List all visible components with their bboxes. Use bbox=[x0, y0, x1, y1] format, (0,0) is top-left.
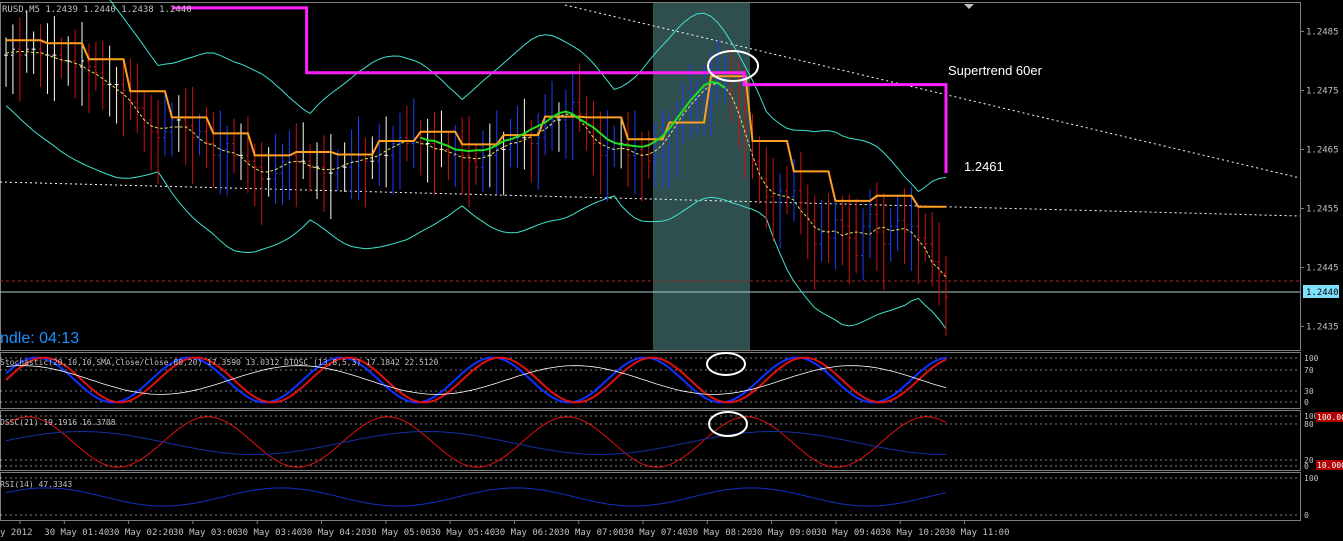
indicator-level-label: 0 bbox=[1304, 398, 1309, 407]
indicator-level-label: 100 bbox=[1304, 474, 1319, 483]
symbol-header: RUSD,M5 1.2439 1.2440 1.2438 1.2440 bbox=[2, 5, 192, 15]
x-tick-label: 30 May 03:00 bbox=[173, 528, 238, 538]
y-tick-label: 1.2455 bbox=[1306, 204, 1339, 214]
indicator-level-label: 100 bbox=[1304, 354, 1319, 363]
current-price-label: 1.2440 bbox=[1306, 288, 1339, 298]
x-tick-label: 30 May 06:20 bbox=[494, 528, 559, 538]
x-tick-label: 30 May 05:40 bbox=[430, 528, 495, 538]
x-tick-label: 30 May 09:40 bbox=[816, 528, 881, 538]
candle-timer: ndle: 04:13 bbox=[0, 330, 79, 347]
x-tick-label: 30 May 07:00 bbox=[559, 528, 624, 538]
forex-chart[interactable]: 1.2485 1.2475 1.2465 1.2455 1.2445 1.2435 100 7… bbox=[0, 0, 1343, 541]
y-tick-label: 1.2475 bbox=[1306, 86, 1339, 96]
x-tick-label: 30 May 02:20 bbox=[109, 528, 174, 538]
y-tick-label: 1.2435 bbox=[1306, 322, 1339, 332]
supertrend-value: 1.2461 bbox=[964, 159, 1004, 174]
highlight-zone bbox=[653, 2, 750, 350]
indicator-level-label: 0 bbox=[1304, 462, 1309, 471]
indicator-level-label: 0 bbox=[1304, 511, 1309, 520]
y-tick-label: 1.2445 bbox=[1306, 263, 1339, 273]
indicator-level-label: 70 bbox=[1304, 366, 1314, 375]
x-tick-label: 30 May 09:00 bbox=[752, 528, 817, 538]
indicator-2-name: DSSC(21) 19.1916 16.3708 bbox=[0, 418, 116, 427]
supertrend-label: Supertrend 60er bbox=[948, 63, 1043, 78]
indicator-3-name: RSI(14) 47.3343 bbox=[0, 480, 72, 489]
x-tick-label: y 2012 bbox=[0, 528, 33, 538]
x-tick-label: 30 May 08:20 bbox=[687, 528, 752, 538]
indicator-level-label: 30 bbox=[1304, 387, 1314, 396]
x-tick-label: 30 May 03:40 bbox=[237, 528, 302, 538]
x-tick-label: 30 May 07:40 bbox=[623, 528, 688, 538]
indicator-level-label: 80 bbox=[1304, 420, 1314, 429]
x-tick-label: 30 May 01:40 bbox=[44, 528, 109, 538]
x-tick-label: 30 May 11:00 bbox=[945, 528, 1010, 538]
dssc-side-label: 100.0000 bbox=[1317, 413, 1343, 422]
x-tick-label: 30 May 10:20 bbox=[880, 528, 945, 538]
dssc-side-label: 10.0000 bbox=[1317, 461, 1343, 470]
indicator-1-name: Stochastic(20,10,10,SMA,Close/Close,80,2… bbox=[0, 358, 438, 367]
x-tick-label: 30 May 05:00 bbox=[366, 528, 431, 538]
y-tick-label: 1.2465 bbox=[1306, 145, 1339, 155]
x-tick-label: 30 May 04:20 bbox=[302, 528, 367, 538]
y-tick-label: 1.2485 bbox=[1306, 27, 1339, 37]
